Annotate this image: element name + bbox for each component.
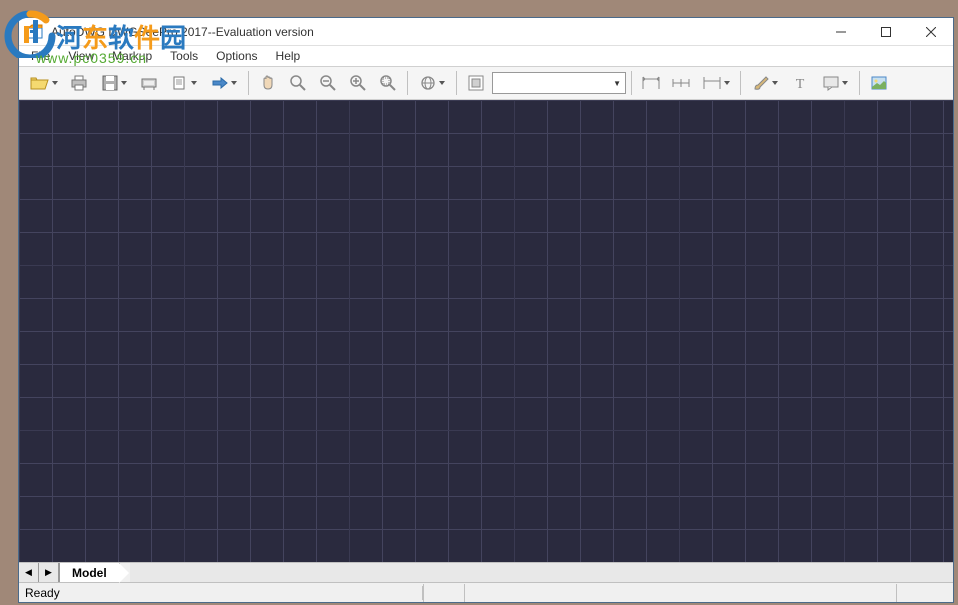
layer-combo[interactable]: [492, 72, 626, 94]
brush-button[interactable]: [746, 69, 784, 97]
status-divider: [896, 584, 897, 602]
dim-angular-icon: [702, 75, 722, 91]
status-divider: [464, 584, 465, 602]
zoom-extents-button[interactable]: [374, 69, 402, 97]
status-divider: [423, 584, 424, 602]
hand-icon: [259, 74, 277, 92]
maximize-button[interactable]: [863, 18, 908, 46]
close-icon: [926, 27, 936, 37]
menu-help[interactable]: Help: [268, 47, 309, 65]
tab-model[interactable]: Model: [60, 563, 120, 582]
status-ready: Ready: [25, 586, 423, 600]
menu-markup[interactable]: Markup: [104, 47, 160, 65]
dim-more-button[interactable]: [697, 69, 735, 97]
printer-icon: [70, 74, 88, 92]
forward-button[interactable]: [205, 69, 243, 97]
menu-tools[interactable]: Tools: [162, 47, 206, 65]
export-icon: [171, 74, 189, 92]
arrow-right-icon: [211, 77, 229, 89]
dropdown-icon: [231, 81, 237, 85]
app-icon: [25, 22, 45, 42]
menu-view[interactable]: View: [60, 47, 102, 65]
titlebar[interactable]: AutoDWG DWGSeePro 2017--Evaluation versi…: [19, 18, 953, 46]
toolbar-separator: [456, 71, 457, 95]
menubar: File View Markup Tools Options Help: [19, 46, 953, 66]
dropdown-icon: [52, 81, 58, 85]
zoom-out-button[interactable]: [314, 69, 342, 97]
zoom-extents-icon: [379, 74, 397, 92]
window-title: AutoDWG DWGSeePro 2017--Evaluation versi…: [51, 25, 818, 39]
toolbar: T: [19, 66, 953, 100]
minimize-icon: [836, 27, 846, 37]
drawing-canvas[interactable]: [19, 100, 953, 562]
zoom-in-icon: [349, 74, 367, 92]
tab-label: Model: [72, 566, 107, 580]
minimize-button[interactable]: [818, 18, 863, 46]
app-window: AutoDWG DWGSeePro 2017--Evaluation versi…: [18, 17, 954, 603]
dropdown-icon: [772, 81, 778, 85]
dim-aligned-icon: [641, 75, 661, 91]
pan-button[interactable]: [254, 69, 282, 97]
save-button[interactable]: [95, 69, 133, 97]
text-icon: T: [791, 74, 809, 92]
toolbar-separator: [407, 71, 408, 95]
text-button[interactable]: T: [786, 69, 814, 97]
save-icon: [101, 74, 119, 92]
toolbar-separator: [740, 71, 741, 95]
toolbar-separator: [859, 71, 860, 95]
dropdown-icon: [121, 81, 127, 85]
image-icon: [870, 74, 888, 92]
open-button[interactable]: [25, 69, 63, 97]
layout-icon: [467, 74, 485, 92]
zoom-window-button[interactable]: [284, 69, 312, 97]
tab-prev-button[interactable]: ◀: [19, 563, 39, 582]
tab-strip: ◀ ▶ Model: [19, 562, 953, 582]
brush-icon: [752, 74, 770, 92]
plotter-icon: [140, 74, 158, 92]
dim-linear-icon: [671, 75, 691, 91]
close-button[interactable]: [908, 18, 953, 46]
canvas-grid: [19, 100, 953, 562]
menu-options[interactable]: Options: [208, 47, 265, 65]
dim-linear-button[interactable]: [667, 69, 695, 97]
maximize-icon: [881, 27, 891, 37]
menu-file[interactable]: File: [23, 47, 58, 65]
magnifier-icon: [289, 74, 307, 92]
note-icon: [822, 75, 840, 91]
dropdown-icon: [842, 81, 848, 85]
globe-icon: [419, 74, 437, 92]
zoom-in-button[interactable]: [344, 69, 372, 97]
dropdown-icon: [191, 81, 197, 85]
export-button[interactable]: [165, 69, 203, 97]
dropdown-icon: [724, 81, 730, 85]
layout-button[interactable]: [462, 69, 490, 97]
plotter-button[interactable]: [135, 69, 163, 97]
view-button[interactable]: [413, 69, 451, 97]
zoom-out-icon: [319, 74, 337, 92]
tab-spacer: [130, 563, 953, 582]
note-button[interactable]: [816, 69, 854, 97]
image-button[interactable]: [865, 69, 893, 97]
dropdown-icon: [439, 81, 445, 85]
folder-open-icon: [30, 75, 50, 91]
toolbar-separator: [631, 71, 632, 95]
print-button[interactable]: [65, 69, 93, 97]
dim-aligned-button[interactable]: [637, 69, 665, 97]
toolbar-separator: [248, 71, 249, 95]
tab-next-button[interactable]: ▶: [39, 563, 59, 582]
statusbar: Ready: [19, 582, 953, 602]
svg-text:T: T: [796, 77, 805, 92]
